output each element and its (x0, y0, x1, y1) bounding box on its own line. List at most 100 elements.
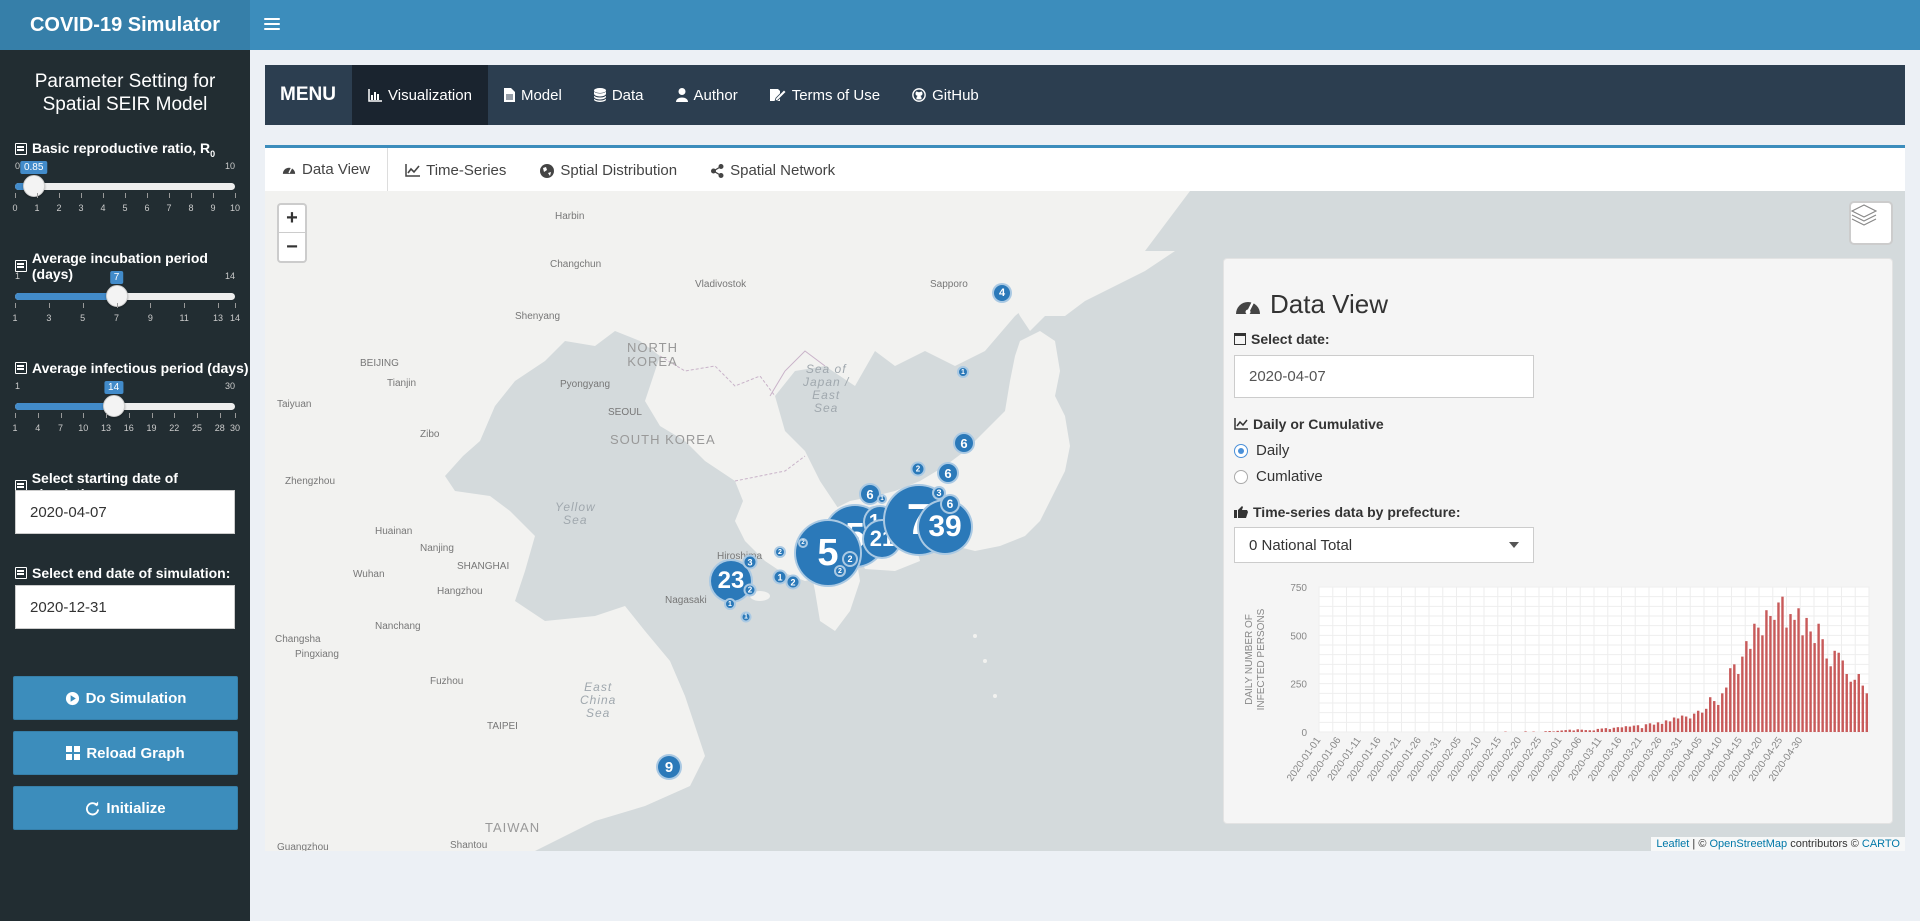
reload-graph-button[interactable]: Reload Graph (13, 731, 238, 775)
slider-tick (81, 193, 82, 198)
do-simulation-button[interactable]: Do Simulation (13, 676, 238, 720)
cluster-marker[interactable]: 4 (992, 283, 1012, 303)
do-simulation-label: Do Simulation (85, 689, 187, 707)
slider-tick-label: 16 (123, 423, 134, 433)
chart-bar (1837, 652, 1840, 732)
cluster-marker[interactable]: 2 (910, 461, 926, 477)
radio-cumulative[interactable]: Cumlative (1234, 468, 1323, 485)
tab-data-view[interactable]: Data View (265, 148, 389, 193)
zoom-out-button[interactable]: − (279, 233, 305, 261)
chart-bar (1692, 713, 1696, 732)
cluster-marker[interactable]: 9 (656, 754, 682, 780)
slider-tick (59, 193, 60, 198)
slider-tick-labels: 1 3 5 7 9 11 13 14 (12, 313, 240, 325)
prefecture-select[interactable]: 0 National Total (1234, 527, 1534, 563)
tab-time-series[interactable]: Time-Series (388, 148, 523, 193)
map-attribution: Leaflet | © OpenStreetMap contributors ©… (1651, 837, 1905, 851)
slider-tick-label: 7 (58, 423, 64, 433)
cluster-marker[interactable]: 2 (842, 551, 858, 567)
menu-brand[interactable]: MENU (280, 65, 336, 125)
tab-spatial-distribution[interactable]: Sptial Distribution (523, 148, 694, 193)
slider-tick-label: 1 (12, 313, 18, 323)
slider-tick-label: 10 (78, 423, 89, 433)
daily-infected-bar-chart: 0250500750 2020-01-012020-01-062020-01-1… (1244, 583, 1870, 784)
hamburger-menu-icon[interactable] (264, 14, 280, 34)
osm-link[interactable]: OpenStreetMap (1709, 838, 1787, 850)
carto-link[interactable]: CARTO (1862, 838, 1900, 850)
chart-bar (1624, 726, 1628, 732)
cluster-marker[interactable]: 6 (937, 462, 959, 484)
cluster-marker[interactable]: 1 (957, 366, 969, 378)
cluster-marker[interactable]: 6 (940, 494, 960, 514)
slider-tick (15, 193, 16, 198)
cluster-marker[interactable]: 2 (834, 565, 846, 577)
cluster-marker[interactable]: 2 (798, 538, 808, 548)
menu-item-visualization[interactable]: Visualization (352, 65, 488, 125)
github-icon (912, 88, 926, 102)
chart-bar (1773, 619, 1776, 732)
slider-tick-label: 7 (114, 313, 120, 323)
cluster-marker[interactable]: 3 (742, 554, 758, 570)
share-icon (711, 163, 724, 178)
chart-bar (1636, 725, 1640, 732)
cluster-marker[interactable]: 1 (877, 494, 887, 504)
app-title[interactable]: COVID-19 Simulator (0, 0, 250, 50)
tab-label: Time-Series (426, 162, 507, 179)
map-label-yellow-sea: Yellow Sea (555, 501, 596, 527)
radio-daily[interactable]: Daily (1234, 442, 1289, 459)
radio-cumulative-dot[interactable] (1234, 469, 1248, 484)
zoom-in-button[interactable]: + (279, 205, 305, 233)
menu-item-data[interactable]: Data (578, 65, 660, 125)
chart-bar (1660, 723, 1664, 732)
map-label-yellow-sea-line2: Sea (563, 513, 588, 527)
slider-tick-label: 4 (35, 423, 41, 433)
chart-ylabel: INFECTED PERSONS (1256, 608, 1267, 710)
incubation-slider[interactable]: 1 14 7 1 3 5 7 9 11 13 14 (12, 271, 240, 331)
chart-bar (1729, 668, 1732, 732)
data-view-title-text: Data View (1270, 289, 1389, 319)
start-date-input[interactable] (15, 490, 235, 534)
database-icon (593, 88, 606, 102)
menu-item-github[interactable]: GitHub (896, 65, 995, 125)
layers-control-button[interactable] (1849, 201, 1893, 245)
slider-tick-label: 28 (214, 423, 225, 433)
cluster-marker[interactable]: 2 (774, 546, 786, 558)
data-view-title: Data View (1234, 289, 1388, 320)
chart-bar (1552, 731, 1555, 732)
cluster-marker[interactable]: 6 (953, 432, 975, 454)
end-date-input[interactable] (15, 585, 235, 629)
slider-tick-label: 9 (210, 203, 216, 213)
map-label-changchun: Changchun (550, 259, 602, 270)
slider-value-badge: 14 (104, 381, 124, 394)
infectious-slider[interactable]: 1 30 14 1 4 7 10 13 16 19 22 25 28 30 (12, 381, 240, 441)
r0-label: Basic reproductive ratio, R0 (15, 140, 215, 159)
r0-slider[interactable]: 0 10 0.85 0 1 2 3 4 5 6 7 8 9 10 (12, 161, 240, 221)
cluster-marker[interactable]: 1 (740, 611, 752, 623)
select-date-label-text: Select date: (1251, 331, 1330, 347)
slider-tick (174, 413, 176, 418)
map-label-taiwan: TAIWAN (485, 820, 541, 835)
chart-bar (1865, 693, 1868, 732)
slider-tick (125, 193, 126, 198)
map-label-hangzhou: Hangzhou (437, 586, 483, 597)
select-date-input[interactable] (1234, 355, 1534, 398)
slider-tick (235, 303, 236, 308)
radio-daily-dot[interactable] (1234, 443, 1248, 458)
menu-item-author[interactable]: Author (660, 65, 754, 125)
chart-bar (1753, 623, 1756, 732)
chart-bar (1564, 730, 1567, 732)
cluster-marker[interactable]: 2 (743, 583, 757, 597)
cluster-marker[interactable]: 2 (785, 574, 801, 590)
r0-label-subscript: 0 (210, 148, 216, 159)
slider-tick-label: 19 (146, 423, 157, 433)
chart-bar (1789, 614, 1792, 732)
tab-spatial-network[interactable]: Spatial Network (694, 148, 852, 193)
menu-item-terms[interactable]: Terms of Use (754, 65, 896, 125)
refresh-icon (86, 800, 100, 815)
map-label-fuzhou: Fuzhou (430, 676, 464, 687)
cluster-marker[interactable]: 1 (724, 598, 736, 610)
tab-label: Data View (302, 161, 371, 178)
leaflet-link[interactable]: Leaflet (1656, 838, 1689, 850)
initialize-button[interactable]: Initialize (13, 786, 238, 830)
menu-item-model[interactable]: Model (488, 65, 578, 125)
